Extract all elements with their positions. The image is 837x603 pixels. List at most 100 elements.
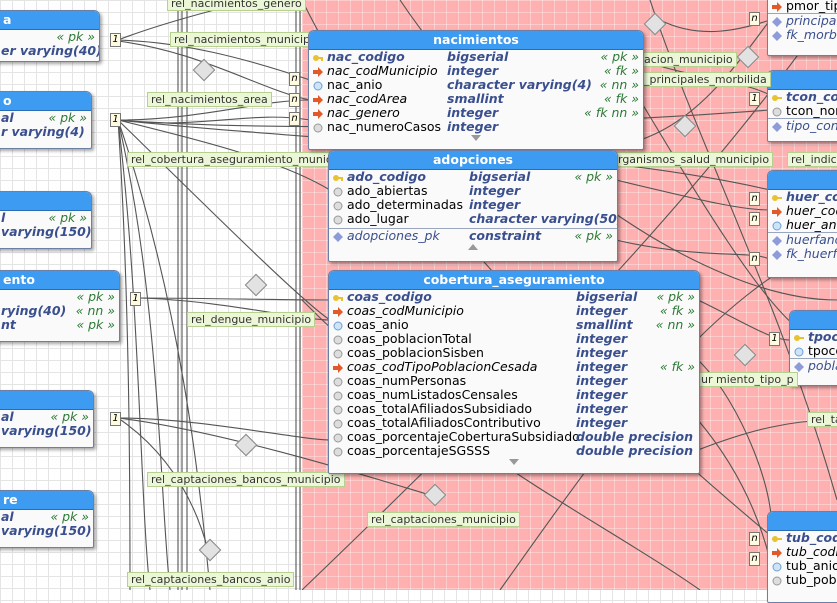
column-icon (794, 346, 804, 357)
column-name: ado_determinadas (347, 197, 463, 212)
table-row: « pk » (56, 29, 95, 44)
left-table-3[interactable]: l « pk » varying(150) (0, 191, 92, 249)
right-table-3[interactable]: huer_co huer_cod huer_ani huerfano fk_hu… (767, 170, 837, 278)
table-row: er varying(40) (1, 43, 100, 58)
column-name: ado_abiertas (347, 183, 428, 198)
column-name: nac_genero (327, 105, 400, 120)
left-table-1[interactable]: a « pk » er varying(40) (0, 10, 100, 62)
column-name: coas_poblacionTotal (347, 331, 472, 346)
constraint-icon (772, 235, 782, 246)
column-type: integer (576, 303, 628, 318)
relationship-line (615, 239, 771, 261)
column-name: coas_poblacionSisben (347, 345, 484, 360)
left-table-6[interactable]: re al « pk » varying(150) (0, 490, 94, 548)
table-row: coas_porcentajeSGSSS double precision (329, 444, 699, 458)
relation-label[interactable]: rel_indic (787, 152, 837, 167)
relation-label[interactable]: rel_ta (807, 412, 837, 427)
collapse-toggle[interactable] (329, 458, 699, 467)
table-row: coas_numListadosCensales integer (329, 388, 699, 402)
collapse-toggle[interactable] (329, 243, 617, 252)
table-nacimientos[interactable]: nacimientos nac_codigo bigserial « pk » nac… (308, 30, 644, 150)
relation-label[interactable]: acion_municipio (640, 52, 737, 67)
table-header (0, 192, 91, 211)
table-row: coas_totalAfiliadosContributivo integer (329, 416, 699, 430)
fk-arrow-icon (333, 306, 343, 317)
fk-arrow-icon (772, 547, 782, 558)
column-name: coas_totalAfiliadosSubsidiado (347, 401, 533, 416)
column-constraint: « fk » (659, 359, 695, 374)
chevron-down-icon (471, 135, 481, 141)
fk-arrow-icon (313, 66, 323, 77)
relation-label[interactable]: rel_nacimientos_municipio (170, 32, 324, 47)
column-constraint: « pk » (656, 289, 695, 304)
table-title: nacimientos (309, 31, 643, 50)
column-type: bigserial (469, 169, 531, 184)
relation-label[interactable]: rel_captaciones_bancos_anio (127, 572, 295, 587)
cardinality-many: n (289, 93, 300, 107)
table-row: varying(150) (1, 423, 92, 438)
column-icon (333, 334, 343, 345)
relation-label[interactable]: rel_captaciones_municipio (367, 512, 520, 527)
relation-label[interactable]: rganismos_salud_municipio (614, 152, 774, 167)
index-icon (772, 30, 782, 41)
column-type: integer (576, 345, 628, 360)
table-row: huer_cod (768, 204, 837, 218)
column-name: coas_porcentajeSGSSS (347, 443, 491, 458)
table-row: r varying(4) (1, 124, 85, 139)
table-header (768, 171, 837, 190)
table-cobertura-aseguramiento[interactable]: cobertura_aseguramiento coas_codigo bigse… (328, 270, 700, 474)
column-constraint: « pk » (574, 169, 613, 184)
column-icon (333, 186, 343, 197)
column-icon (772, 106, 782, 117)
column-constraint: « fk » (659, 303, 695, 318)
column-type: integer (447, 105, 499, 120)
table-row: coas_codTipoPoblacionCesada integer « fk » (329, 360, 699, 374)
left-table-2[interactable]: o al « pk » r varying(4) (0, 91, 92, 149)
not-null-icon (313, 80, 323, 91)
fk-arrow-icon (333, 362, 343, 373)
right-table-1[interactable]: pmor_tip principal fk_morbi (767, 0, 837, 56)
relation-label[interactable]: ur miento_tipo_p (697, 372, 798, 387)
cardinality-one: 1 (110, 33, 121, 47)
relation-label[interactable]: rel_nacimientos_area (147, 92, 272, 107)
column-constraint: « nn » (599, 77, 639, 92)
table-row: pmor_tip (768, 0, 837, 13)
table-row: huer_ani (768, 218, 837, 232)
table-row: huerfano (768, 232, 837, 247)
column-name: coas_numPersonas (347, 373, 467, 388)
relation-label[interactable]: rel_cobertura_aseguramiento_munic (127, 152, 336, 167)
right-table-2[interactable]: tcon_co tcon_nor tipo_con (767, 70, 837, 142)
left-table-4[interactable]: ento « pk » rying(40) « nn » nt « pk » (0, 270, 120, 342)
cardinality-one: 1 (769, 332, 780, 346)
fk-arrow-icon (772, 206, 782, 217)
collapse-toggle[interactable] (309, 134, 643, 143)
table-row: nac_codArea smallint « fk » (309, 92, 643, 106)
table-adopciones[interactable]: adopciones ado_codigo bigserial « pk » ado_… (328, 150, 618, 262)
chevron-up-icon (468, 244, 478, 250)
left-table-5[interactable]: al « pk » varying(150) (0, 390, 94, 448)
column-type: double precision (576, 429, 693, 444)
table-row: nac_codMunicipio integer « fk » (309, 64, 643, 78)
cardinality-many: n (749, 532, 760, 546)
table-row: coas_codMunicipio integer « fk » (329, 304, 699, 318)
relation-label[interactable]: rel_dengue_municipio (187, 312, 316, 327)
column-constraint: « fk » (603, 91, 639, 106)
relation-label[interactable]: rel_captaciones_bancos_municipio (147, 472, 345, 487)
table-row: rying(40) « nn » (1, 303, 115, 318)
right-table-5[interactable]: tub_cod tub_codM tub_anio tub_pobl (767, 511, 837, 603)
column-icon (333, 214, 343, 225)
constraint-icon (772, 121, 782, 132)
not-null-icon (333, 320, 343, 331)
column-name: coas_numListadosCensales (347, 387, 518, 402)
column-type: character varying(4) (447, 77, 592, 92)
fk-arrow-icon (772, 1, 782, 12)
relation-label[interactable]: _principales_morbilida (640, 72, 771, 87)
column-constraint: « pk » (600, 49, 639, 64)
column-constraint: « fk nn » (584, 105, 639, 120)
table-header: ento (0, 271, 119, 290)
key-icon (772, 533, 782, 543)
table-header (0, 391, 93, 410)
table-row: tub_pobl (768, 573, 837, 587)
table-row: tub_cod (768, 531, 837, 545)
relation-label[interactable]: rel_nacimientos_genero (167, 0, 306, 11)
